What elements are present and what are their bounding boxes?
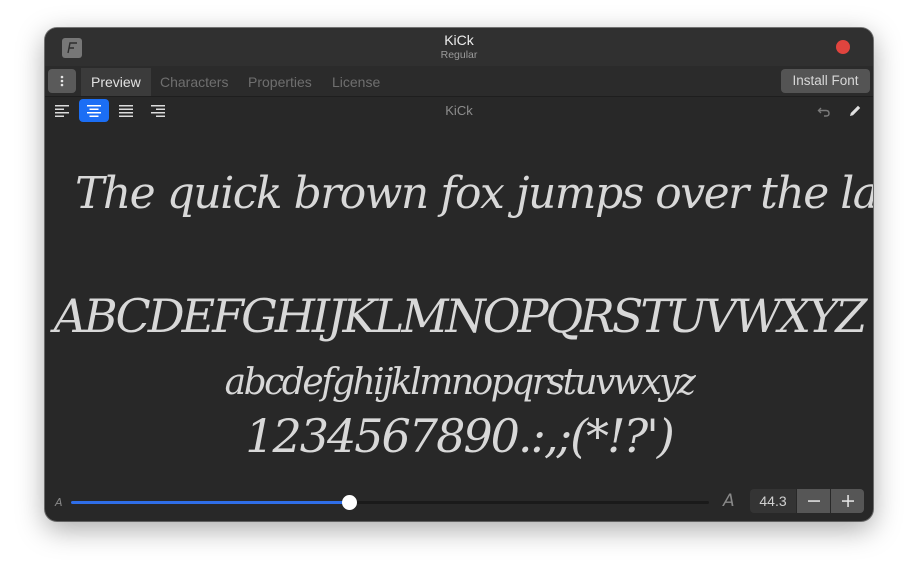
tab-characters[interactable]: Characters <box>150 68 238 96</box>
vertical-dots-icon <box>60 75 64 87</box>
preview-lowercase: abcdefghijklmnopqrstuvwxyz <box>224 362 696 403</box>
close-button[interactable] <box>836 40 850 54</box>
edit-text-button[interactable] <box>847 103 863 119</box>
font-preview-area: The quick brown fox jumps over the lazy … <box>45 126 873 482</box>
decrease-size-button[interactable] <box>797 489 830 513</box>
window-title: KiCk <box>444 32 474 48</box>
window-title-block: KiCk Regular <box>45 32 873 61</box>
undo-button[interactable] <box>816 103 832 119</box>
tab-preview[interactable]: Preview <box>81 68 151 96</box>
preview-sentence: The quick brown fox jumps over the lazy … <box>75 168 873 219</box>
font-size-value[interactable]: 44.3 <box>750 489 796 513</box>
font-size-slider[interactable] <box>71 495 709 510</box>
tab-properties[interactable]: Properties <box>238 68 322 96</box>
title-bar: KiCk Regular <box>45 28 873 66</box>
preview-toolbar: KiCk <box>45 97 873 125</box>
size-controls: A A 44.3 <box>45 487 873 517</box>
plus-icon <box>841 495 854 507</box>
preview-numerals: 1234567890.:,;(*!?') <box>245 409 675 463</box>
more-menu-button[interactable] <box>48 69 76 93</box>
pencil-icon <box>850 105 861 116</box>
window-subtitle: Regular <box>440 49 478 61</box>
tab-bar: Preview Characters Properties License In… <box>45 66 873 97</box>
small-size-icon: A <box>55 496 63 509</box>
preview-font-name: KiCk <box>445 103 473 118</box>
large-size-icon: A <box>723 491 735 511</box>
font-preview-window: KiCk Regular Preview Characters Properti… <box>45 28 873 521</box>
increase-size-button[interactable] <box>831 489 864 513</box>
minus-icon <box>807 500 820 502</box>
undo-icon <box>817 107 830 117</box>
slider-fill <box>71 501 349 504</box>
install-font-button[interactable]: Install Font <box>781 69 870 93</box>
slider-knob[interactable] <box>341 495 357 510</box>
preview-uppercase: ABCDEFGHIJKLMNOPQRSTUVWXYZ <box>53 289 868 343</box>
tab-license[interactable]: License <box>322 68 390 96</box>
